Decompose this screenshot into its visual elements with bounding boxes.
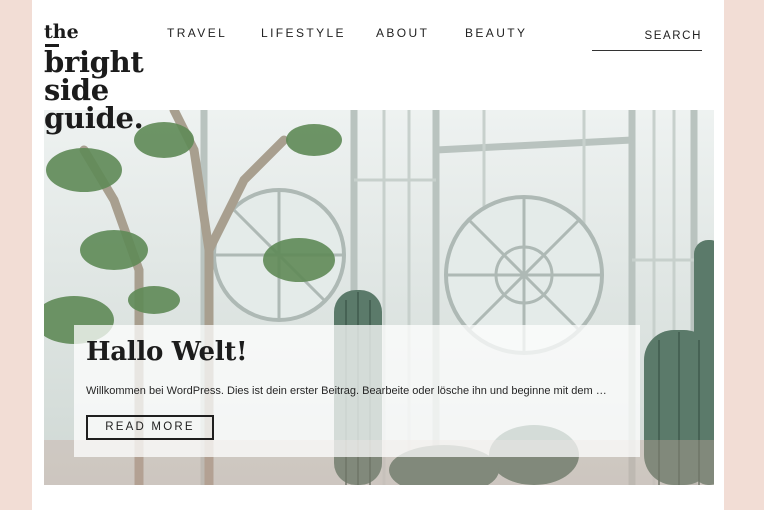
post-excerpt: Willkommen bei WordPress. Dies ist dein … [86,385,607,397]
site-logo[interactable]: the bright side guide. [44,22,144,136]
nav-item-beauty[interactable]: BEAUTY [465,26,527,40]
nav-item-travel[interactable]: TRAVEL [167,26,227,40]
logo-line-guide: guide. [44,101,144,136]
nav-item-about[interactable]: ABOUT [376,26,429,40]
logo-line-side: side [44,73,109,108]
read-more-button[interactable]: READ MORE [86,415,214,440]
search-label: SEARCH [644,30,702,42]
logo-line-the: the [44,22,144,48]
post-title[interactable]: Hallo Welt! [86,337,247,367]
logo-line-bright: bright [44,45,144,80]
nav-item-lifestyle[interactable]: LIFESTYLE [261,26,346,40]
page-container: the bright side guide. TRAVEL LIFESTYLE … [32,0,724,510]
post-card: Hallo Welt! Willkommen bei WordPress. Di… [74,325,640,457]
search-input[interactable]: SEARCH [592,30,702,51]
